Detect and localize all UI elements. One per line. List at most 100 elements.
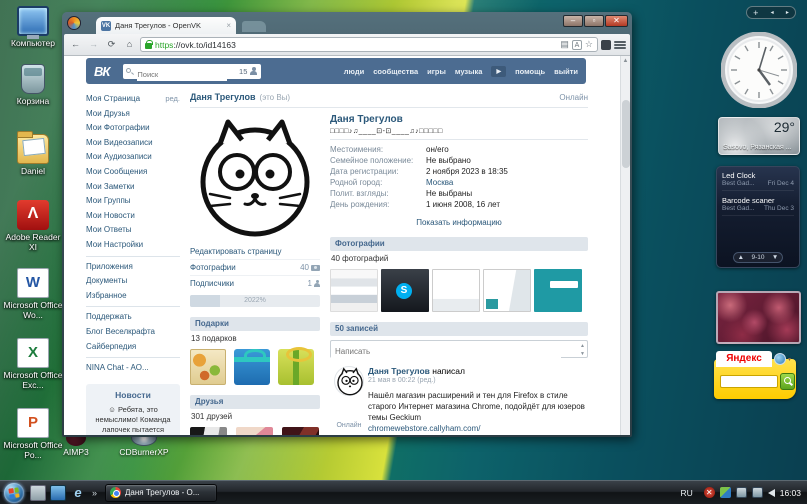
refresh-button[interactable]: ⟳ — [104, 37, 119, 52]
subscribers-link[interactable]: Подписчики 1 — [190, 275, 320, 291]
minimize-button[interactable]: – — [563, 15, 583, 27]
sidebar-item-support[interactable]: Поддержать — [86, 310, 180, 325]
wall-header[interactable]: 50 записей — [330, 322, 588, 336]
tab-close-icon[interactable]: × — [226, 21, 231, 30]
nav-music[interactable]: музыка — [455, 67, 483, 76]
desktop-icon-computer[interactable]: Компьютер — [2, 6, 64, 48]
error-tray-icon[interactable]: ✕ — [704, 487, 715, 498]
quick-launch-icon[interactable] — [50, 485, 66, 501]
wall-write-input[interactable] — [331, 344, 561, 360]
app-tray-icon[interactable] — [720, 487, 731, 498]
yandex-search-button[interactable] — [780, 373, 795, 390]
gift-thumbnail[interactable] — [190, 349, 226, 385]
new-tab-button[interactable] — [242, 21, 266, 32]
yandex-search-input[interactable] — [720, 375, 778, 388]
photo-thumbnail[interactable] — [534, 269, 582, 312]
feed-item[interactable]: Barcode scaner Best Gad... Thu Dec 3 — [722, 196, 794, 216]
feed-pager[interactable]: ▲ 9-10 ▼ — [733, 252, 783, 263]
photos-section-header[interactable]: Фотографии — [330, 237, 588, 251]
feed-gadget[interactable]: Led Clock Best Gad... Fri Dec 4 Barcode … — [716, 166, 800, 268]
desktop-icon-excel[interactable]: X Microsoft Office Exc... — [2, 338, 64, 390]
extension-icon[interactable] — [601, 40, 611, 50]
photo-thumbnail[interactable] — [483, 269, 531, 312]
scroll-up-icon[interactable]: ▲ — [621, 56, 630, 66]
sidebar-item-documents[interactable]: Документы — [86, 274, 180, 289]
page-scrollbar[interactable]: ▲ — [620, 56, 630, 435]
tray-clock[interactable]: 16:03 — [780, 488, 801, 498]
sidebar-item-favorites[interactable]: Избранное — [86, 289, 180, 304]
hometown-link[interactable]: Москва — [426, 177, 453, 188]
photo-thumbnail[interactable] — [330, 269, 378, 312]
language-indicator[interactable]: RU — [680, 488, 692, 498]
post-author-link[interactable]: Даня Трегулов — [368, 366, 430, 376]
sidebar-item-friends[interactable]: Мои Друзья — [86, 107, 180, 122]
photo-thumbnail[interactable] — [381, 269, 429, 312]
spinner-icons[interactable]: ▲▼ — [580, 342, 585, 358]
sidebar-item-videos[interactable]: Мои Видеозаписи — [86, 136, 180, 151]
close-button[interactable]: ✕ — [605, 15, 628, 27]
translate-icon[interactable]: A — [572, 40, 582, 50]
friend-thumbnail[interactable] — [190, 427, 227, 435]
yandex-service-icon[interactable] — [774, 353, 786, 365]
sidebar-item-nina-chat[interactable]: NINA Chat - AO... — [86, 361, 180, 376]
friend-thumbnail[interactable] — [282, 427, 319, 435]
desktop-icon-powerpoint[interactable]: P Microsoft Office Po... — [2, 408, 64, 460]
forward-button[interactable]: → — [86, 37, 101, 52]
profile-mini-icon[interactable] — [250, 67, 257, 76]
sidebar-item-groups[interactable]: Мои Группы — [86, 194, 180, 209]
sidebar-item-cyberpedia[interactable]: Сайберпедия — [86, 340, 180, 355]
profile-status[interactable]: □□□□♪♫____⊡-⊡____♫♪□□□□□ — [330, 127, 588, 135]
start-button[interactable] — [4, 483, 24, 503]
gadget-next-button[interactable]: ▸ — [786, 9, 789, 16]
network-icon-2[interactable] — [752, 487, 763, 498]
gifts-header[interactable]: Подарки — [190, 317, 320, 331]
nav-communities[interactable]: сообщества — [373, 67, 418, 76]
weather-gadget[interactable]: 29° Sasovo, Рязанская ... — [718, 117, 800, 155]
sidebar-item-audios[interactable]: Мои Аудиозаписи — [86, 150, 180, 165]
desktop-icon-daniel-folder[interactable]: Daniel — [2, 134, 64, 176]
reader-mode-icon[interactable]: ▤ — [560, 39, 569, 50]
yandex-dropdown-icon[interactable]: ▾ — [788, 356, 791, 363]
nav-logout[interactable]: выйти — [554, 67, 578, 76]
wall-write-box[interactable]: ▲▼ — [330, 340, 588, 358]
gadget-sidebar-controls[interactable]: + ◂ ▸ — [746, 6, 796, 19]
nav-help[interactable]: помощь — [515, 67, 545, 76]
desktop-icon-word[interactable]: W Microsoft Office Wo... — [2, 268, 64, 320]
feed-pager-up-icon[interactable]: ▲ — [738, 254, 744, 261]
post-date[interactable]: 21 мая в 00:22 (ред.) — [368, 377, 588, 384]
feed-item[interactable]: Led Clock Best Gad... Fri Dec 4 — [722, 171, 794, 191]
post-avatar[interactable] — [334, 366, 364, 396]
taskbar-window-button[interactable]: Даня Трегулов - О... — [105, 484, 217, 502]
nav-expand-icon[interactable]: ▶ — [491, 66, 506, 77]
show-info-link[interactable]: Показать информацию — [330, 218, 588, 227]
sidebar-item-my-page[interactable]: Моя Страница ред. — [86, 92, 180, 107]
photos-link[interactable]: Фотографии 40 — [190, 259, 320, 275]
nav-people[interactable]: люди — [344, 67, 364, 76]
desktop-icon-adobe-reader[interactable]: Λ Adobe Reader XI — [2, 200, 64, 252]
add-gadget-button[interactable]: + — [753, 8, 758, 18]
sidebar-item-notes[interactable]: Мои Заметки — [86, 180, 180, 195]
sidebar-item-blog[interactable]: Блог Веселкрафта — [86, 325, 180, 340]
profile-avatar[interactable] — [190, 114, 320, 244]
gift-thumbnail[interactable] — [278, 349, 314, 385]
edit-page-link[interactable]: Редактировать страницу — [190, 244, 320, 259]
sidebar-item-messages[interactable]: Мои Сообщения — [86, 165, 180, 180]
edit-link[interactable]: ред. — [165, 92, 180, 107]
browser-menu-icon[interactable] — [614, 40, 626, 50]
internet-explorer-icon[interactable]: e — [70, 485, 86, 501]
photo-thumbnail[interactable] — [432, 269, 480, 312]
sidebar-item-settings[interactable]: Мои Настройки — [86, 238, 180, 253]
back-button[interactable]: ← — [68, 37, 83, 52]
home-button[interactable]: ⌂ — [122, 37, 137, 52]
friend-thumbnail[interactable] — [236, 427, 273, 435]
post-link[interactable]: chromewebstore.callyham.com/ — [368, 424, 588, 433]
scrollbar-thumb[interactable] — [622, 100, 630, 168]
sidebar-item-photos[interactable]: Мои Фотографии — [86, 121, 180, 136]
yandex-search-gadget[interactable]: Яндекс ▾ — [714, 351, 798, 407]
feed-pager-down-icon[interactable]: ▼ — [772, 254, 778, 261]
sidebar-item-apps[interactable]: Приложения — [86, 260, 180, 275]
sidebar-item-answers[interactable]: Мои Ответы — [86, 223, 180, 238]
friends-header[interactable]: Друзья — [190, 395, 320, 409]
sidebar-item-news[interactable]: Мои Новости — [86, 209, 180, 224]
clock-gadget[interactable] — [721, 32, 797, 108]
